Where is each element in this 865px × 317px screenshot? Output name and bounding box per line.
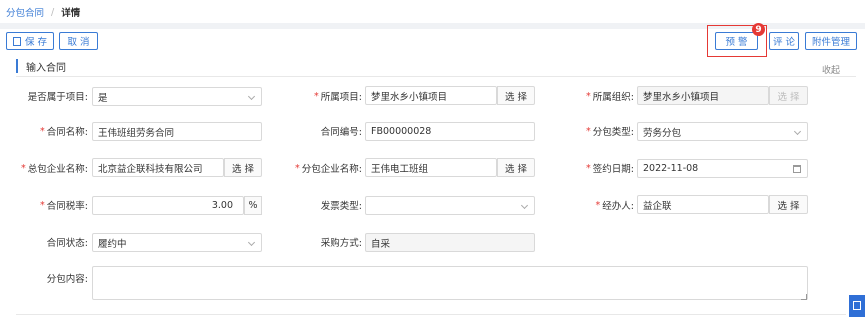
tax-rate-unit: % <box>244 196 262 215</box>
tax-rate-value: 3.00 <box>211 200 233 211</box>
main-company-label: * 总包企业名称: <box>21 162 88 176</box>
content-textarea[interactable] <box>92 266 808 300</box>
status-value: 履约中 <box>98 238 127 250</box>
content-label: 分包内容: <box>46 274 88 285</box>
sub-type-label: * 分包类型: <box>586 125 634 139</box>
main-company-value: 北京益企联科技有限公司 <box>98 163 203 175</box>
bottom-divider <box>16 314 846 315</box>
attachments-label: 附件管理 <box>811 37 850 48</box>
section-title: 输入合同 <box>16 59 66 74</box>
attachments-button[interactable]: 附件管理 <box>805 32 857 50</box>
project-value: 梦里水乡小镇项目 <box>371 91 448 103</box>
contract-name-value: 王伟班组劳务合同 <box>98 127 175 139</box>
contract-name-label: * 合同名称: <box>40 125 88 139</box>
cancel-button[interactable]: 取 消 <box>59 32 98 50</box>
chevron-down-icon <box>247 238 256 247</box>
sign-date-value: 2022-11-08 <box>643 163 699 174</box>
belongs-project-select[interactable]: 是 <box>92 87 262 106</box>
comment-button[interactable]: 评 论 <box>769 32 799 50</box>
handler-input[interactable]: 益企联 <box>637 195 769 214</box>
floating-panel-tab[interactable] <box>849 295 865 317</box>
purchase-value: 自采 <box>371 238 391 250</box>
sub-company-select-button[interactable]: 选 择 <box>497 158 535 177</box>
chevron-down-icon <box>247 92 256 101</box>
belongs-project-value: 是 <box>98 92 108 104</box>
invoice-type-select[interactable] <box>365 196 535 215</box>
org-label: * 所属组织: <box>586 90 634 104</box>
contract-no-label: 合同编号: <box>320 127 362 138</box>
status-select[interactable]: 履约中 <box>92 233 262 252</box>
breadcrumb: 分包合同 / 详情 <box>6 5 81 20</box>
save-label: 保 存 <box>24 37 48 48</box>
project-select-button[interactable]: 选 择 <box>497 86 535 105</box>
contract-name-input[interactable]: 王伟班组劳务合同 <box>92 122 262 141</box>
tax-rate-input[interactable]: 3.00 <box>92 196 244 215</box>
save-button[interactable]: 保 存 <box>6 32 54 50</box>
sign-date-label: * 签约日期: <box>586 162 634 176</box>
sub-company-input[interactable]: 王伟电工班组 <box>365 158 497 177</box>
breadcrumb-current: 详情 <box>61 8 81 19</box>
sub-company-label: * 分包企业名称: <box>295 162 362 176</box>
main-company-input[interactable]: 北京益企联科技有限公司 <box>92 158 224 177</box>
calendar-icon <box>793 165 801 173</box>
sub-type-value: 劳务分包 <box>643 127 682 139</box>
breadcrumb-separator: / <box>51 6 55 18</box>
status-label: 合同状态: <box>46 238 88 249</box>
handler-select-button[interactable]: 选 择 <box>769 195 808 214</box>
belongs-project-label: 是否属于项目: <box>27 92 88 103</box>
purchase-label: 采购方式: <box>320 238 362 249</box>
sub-type-select[interactable]: 劳务分包 <box>637 122 808 141</box>
breadcrumb-parent-link[interactable]: 分包合同 <box>6 5 44 19</box>
sub-company-value: 王伟电工班组 <box>371 163 429 175</box>
project-input[interactable]: 梦里水乡小镇项目 <box>365 86 497 105</box>
sign-date-picker[interactable]: 2022-11-08 <box>637 159 808 178</box>
project-label: * 所属项目: <box>314 90 362 104</box>
invoice-type-label: 发票类型: <box>320 201 362 212</box>
cancel-label: 取 消 <box>67 37 90 48</box>
chevron-down-icon <box>793 127 802 136</box>
org-select-button: 选 择 <box>769 86 808 105</box>
purchase-input: 自采 <box>365 233 535 252</box>
handler-value: 益企联 <box>643 200 672 212</box>
save-icon <box>12 36 21 46</box>
collapse-link[interactable]: 收起 <box>822 63 840 76</box>
handler-label: * 经办人: <box>595 199 634 213</box>
section-divider <box>16 76 856 77</box>
resize-grip-icon[interactable] <box>801 294 807 300</box>
main-company-select-button[interactable]: 选 择 <box>224 158 262 177</box>
panel-icon <box>853 301 861 310</box>
contract-no-value: FB00000028 <box>371 126 432 137</box>
org-input: 梦里水乡小镇项目 <box>637 86 769 105</box>
tax-rate-label: * 合同税率: <box>40 199 88 213</box>
comment-label: 评 论 <box>772 37 796 48</box>
warning-count-badge: 9 <box>752 23 765 36</box>
contract-no-input[interactable]: FB00000028 <box>365 122 535 141</box>
chevron-down-icon <box>520 201 529 210</box>
org-value: 梦里水乡小镇项目 <box>643 91 720 103</box>
